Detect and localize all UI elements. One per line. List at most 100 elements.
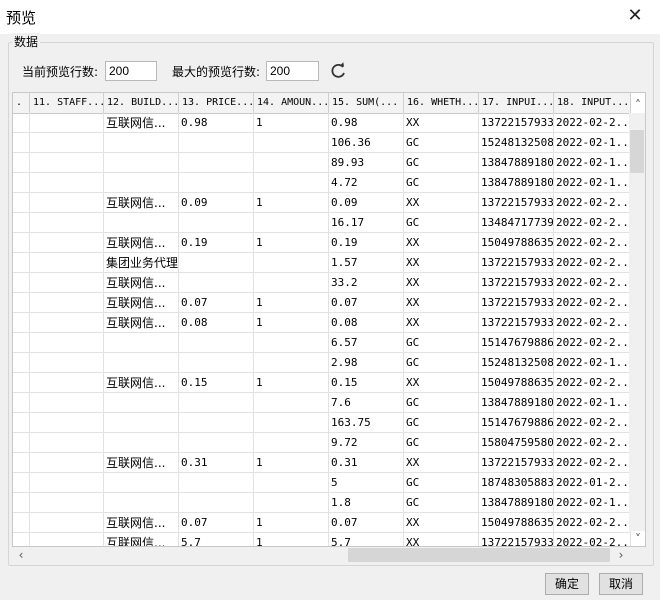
scroll-up-arrow-icon[interactable]: ˄ <box>630 97 646 113</box>
table-row[interactable]: 互联网信... 0.07 1 0.07 XX 15049788635 2022-02-2..… <box>13 513 631 533</box>
close-icon[interactable]: ✕ <box>622 4 648 28</box>
column-header[interactable]: 16. WHETH... <box>404 93 479 113</box>
table-row[interactable]: 163.75 GC 15147679886 2022-02-2... <box>13 413 631 433</box>
column-header[interactable]: . <box>13 93 30 113</box>
table-cell: 互联网信... <box>104 233 179 253</box>
current-rows-label: 当前预览行数: <box>22 65 99 79</box>
table-row[interactable]: 106.36 GC 15248132508 2022-02-1... <box>13 133 631 153</box>
table-row[interactable]: 7.6 GC 13847889180 2022-02-1... <box>13 393 631 413</box>
column-header[interactable]: 12. BUILD... <box>104 93 179 113</box>
table-cell <box>179 173 254 193</box>
max-rows-label: 最大的预览行数: <box>172 65 261 79</box>
table-cell: 1 <box>254 313 329 333</box>
column-header[interactable]: 11. STAFF... <box>30 93 104 113</box>
table-row[interactable]: 互联网信... 0.08 1 0.08 XX 13722157933 2022-02-2..… <box>13 313 631 333</box>
table-cell: 2022-02-1... <box>554 393 631 413</box>
table-cell <box>104 473 179 493</box>
table-cell: GC <box>404 433 479 453</box>
table-cell: GC <box>404 173 479 193</box>
ok-button[interactable]: 确定 <box>545 573 589 595</box>
table-row[interactable]: 互联网信... 33.2 XX 13722157933 2022-02-2... <box>13 273 631 293</box>
table-cell: 2022-02-2... <box>554 233 631 253</box>
table-cell <box>13 353 30 373</box>
table-cell <box>104 493 179 513</box>
table-row[interactable]: 4.72 GC 13847889180 2022-02-1... <box>13 173 631 193</box>
table-row[interactable]: 集团业务代理 1.57 XX 13722157933 2022-02-2... <box>13 253 631 273</box>
table-cell: 2022-02-1... <box>554 173 631 193</box>
table-cell <box>30 413 104 433</box>
table-row[interactable]: 互联网信... 5.7 1 5.7 XX 13722157933 2022-02-2... <box>13 533 631 546</box>
table-cell <box>30 493 104 513</box>
table-cell: 0.31 <box>329 453 404 473</box>
table-cell <box>104 413 179 433</box>
table-cell <box>104 393 179 413</box>
column-header[interactable]: 15. SUM(... <box>329 93 404 113</box>
table-row[interactable]: 互联网信... 0.19 1 0.19 XX 15049788635 2022-02-2..… <box>13 233 631 253</box>
table-cell: 1 <box>254 113 329 133</box>
column-header[interactable]: 14. AMOUN... <box>254 93 329 113</box>
table-cell: 2022-02-2... <box>554 253 631 273</box>
scroll-down-arrow-icon[interactable]: ˅ <box>630 531 646 547</box>
table-cell: 互联网信... <box>104 273 179 293</box>
table-cell <box>13 253 30 273</box>
table-cell <box>30 513 104 533</box>
table-row[interactable]: 互联网信... 0.09 1 0.09 XX 13722157933 2022-02-2..… <box>13 193 631 213</box>
table-cell <box>179 393 254 413</box>
table-cell <box>13 233 30 253</box>
table-cell <box>104 173 179 193</box>
groupbox-label: 数据 <box>12 33 41 50</box>
scroll-left-arrow-icon[interactable]: ‹ <box>13 547 29 563</box>
table-cell: 13722157933 <box>479 273 554 293</box>
column-header[interactable]: 17. INPUI... <box>479 93 554 113</box>
current-rows-input[interactable]: 200 <box>105 61 157 81</box>
table-cell: 2022-02-2... <box>554 513 631 533</box>
table-cell: XX <box>404 373 479 393</box>
table-row[interactable]: 互联网信... 0.31 1 0.31 XX 13722157933 2022-02-2..… <box>13 453 631 473</box>
table-cell <box>254 493 329 513</box>
table-row[interactable]: 6.57 GC 15147679886 2022-02-2... <box>13 333 631 353</box>
table-cell: 2022-02-1... <box>554 133 631 153</box>
table-cell: GC <box>404 353 479 373</box>
table-cell: 89.93 <box>329 153 404 173</box>
refresh-icon[interactable] <box>328 61 348 81</box>
column-header[interactable]: 13. PRICE... <box>179 93 254 113</box>
table-cell: 2022-02-2... <box>554 313 631 333</box>
table-cell <box>30 453 104 473</box>
table-cell <box>13 373 30 393</box>
table-cell: 13847889180 <box>479 493 554 513</box>
table-cell: 13722157933 <box>479 113 554 133</box>
table-row[interactable]: 2.98 GC 15248132508 2022-02-1... <box>13 353 631 373</box>
table-cell <box>13 313 30 333</box>
table-cell <box>179 213 254 233</box>
table-row[interactable]: 9.72 GC 15804759580 2022-02-2... <box>13 433 631 453</box>
vertical-scroll-thumb[interactable] <box>630 130 644 173</box>
table-cell: GC <box>404 493 479 513</box>
table-cell: 13847889180 <box>479 173 554 193</box>
table-cell <box>30 253 104 273</box>
table-row[interactable]: 89.93 GC 13847889180 2022-02-1... <box>13 153 631 173</box>
table-cell: 0.09 <box>329 193 404 213</box>
table-cell <box>254 473 329 493</box>
table-cell <box>30 133 104 153</box>
table-cell: 15248132508 <box>479 133 554 153</box>
max-rows-input[interactable]: 200 <box>266 61 319 81</box>
scroll-right-arrow-icon[interactable]: › <box>613 547 629 563</box>
table-cell <box>179 133 254 153</box>
table-row[interactable]: 16.17 GC 13484717739 2022-02-2... <box>13 213 631 233</box>
table-cell <box>13 113 30 133</box>
table-cell: 2.98 <box>329 353 404 373</box>
table-row[interactable]: 1.8 GC 13847889180 2022-02-1... <box>13 493 631 513</box>
table-cell: 互联网信... <box>104 193 179 213</box>
table-row[interactable]: 互联网信... 0.15 1 0.15 XX 15049788635 2022-02-2..… <box>13 373 631 393</box>
table-cell: 0.15 <box>179 373 254 393</box>
table-row[interactable]: 互联网信... 0.98 1 0.98 XX 13722157933 2022-02-2..… <box>13 113 631 133</box>
column-header[interactable]: 18. INPUT... <box>554 93 631 113</box>
table-row[interactable]: 5 GC 18748305883 2022-01-2... <box>13 473 631 493</box>
cancel-button[interactable]: 取消 <box>599 573 643 595</box>
table-cell: XX <box>404 253 479 273</box>
table-cell: 0.19 <box>179 233 254 253</box>
horizontal-scroll-thumb[interactable] <box>348 548 610 562</box>
vertical-scrollbar[interactable] <box>629 113 645 531</box>
table-cell <box>254 173 329 193</box>
table-row[interactable]: 互联网信... 0.07 1 0.07 XX 13722157933 2022-02-2..… <box>13 293 631 313</box>
